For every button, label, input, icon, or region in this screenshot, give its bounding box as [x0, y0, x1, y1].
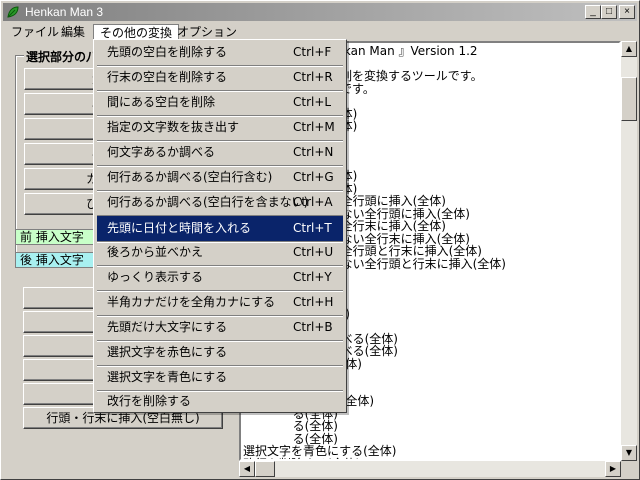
menu-item-shortcut: Ctrl+N — [293, 145, 334, 159]
window-title: Henkan Man 3 — [25, 5, 104, 19]
vertical-scrollbar[interactable]: ▲ ▼ — [621, 41, 637, 461]
text-line: る(全体) — [243, 419, 338, 433]
main-window: Henkan Man 3 _ □ × ファイル 編集 その他の変換 オプション … — [0, 0, 640, 480]
title-bar: Henkan Man 3 _ □ × — [3, 3, 637, 21]
menu-item-label: 何文字あるか調べる — [107, 145, 216, 159]
menu-item-label: 先頭に日付と時間を入れる — [107, 221, 252, 235]
menu-item-halfkana-to-fullkana[interactable]: 半角カナだけを全角カナにする Ctrl+H — [97, 290, 343, 315]
menu-item-shortcut: Ctrl+U — [293, 245, 334, 259]
menu-item-shortcut: Ctrl+F — [293, 45, 332, 59]
menu-item-label: ゆっくり表示する — [107, 270, 204, 284]
menu-item-shortcut: Ctrl+B — [293, 320, 333, 334]
menu-item-label: 先頭だけ大文字にする — [107, 320, 228, 334]
other-conversion-dropdown: 先頭の空白を削除する Ctrl+F 行末の空白を削除する Ctrl+R 間にある空白… — [93, 39, 347, 413]
menu-item-label: 間にある空白を削除 — [107, 95, 216, 109]
horizontal-scroll-thumb[interactable] — [255, 461, 275, 477]
arrow-down-icon[interactable]: ▼ — [621, 445, 637, 461]
menu-item-trim-leading[interactable]: 先頭の空白を削除する Ctrl+F — [97, 40, 343, 65]
menu-item-label: 指定の文字数を抜き出す — [107, 120, 240, 134]
menu-item-remove-newlines[interactable]: 改行を削除する — [97, 389, 343, 414]
menu-item-shortcut: Ctrl+R — [293, 70, 333, 84]
minimize-button[interactable]: _ — [585, 5, 601, 19]
menu-item-label: 行末の空白を削除する — [107, 70, 228, 84]
menu-item-capitalize[interactable]: 先頭だけ大文字にする Ctrl+B — [97, 315, 343, 340]
scrollbar-corner — [621, 461, 637, 477]
text-line: 選択文字を青色にする(全体) — [243, 444, 397, 458]
arrow-left-icon[interactable]: ◀ — [239, 461, 255, 477]
menu-item-shortcut: Ctrl+A — [293, 195, 333, 209]
menu-item-count-lines-excl[interactable]: 何行あるか調べる(空白行を含まない) Ctrl+A — [97, 190, 343, 215]
menu-item-label: 後ろから並べかえ — [107, 245, 204, 259]
menu-item-reverse-sort[interactable]: 後ろから並べかえ Ctrl+U — [97, 240, 343, 265]
menu-item-extract-chars[interactable]: 指定の文字数を抜き出す Ctrl+M — [97, 115, 343, 140]
menu-item-label: 何行あるか調べる(空白行含む) — [107, 170, 273, 184]
menu-item-label: 半角カナだけを全角カナにする — [107, 295, 276, 309]
menu-item-blue-text[interactable]: 選択文字を青色にする — [97, 365, 343, 390]
menu-item-label: 先頭の空白を削除する — [107, 45, 228, 59]
arrow-right-icon[interactable]: ▶ — [605, 461, 621, 477]
menu-item-remove-inner-space[interactable]: 間にある空白を削除 Ctrl+L — [97, 90, 343, 115]
horizontal-scrollbar[interactable]: ◀ ▶ — [239, 461, 621, 477]
prefix-label: 前 挿入文字 — [15, 229, 95, 245]
menu-item-shortcut: Ctrl+G — [293, 170, 334, 184]
menu-item-count-chars[interactable]: 何文字あるか調べる Ctrl+N — [97, 140, 343, 165]
menu-item-trim-trailing[interactable]: 行末の空白を削除する Ctrl+R — [97, 65, 343, 90]
menu-edit[interactable]: 編集 — [55, 24, 91, 41]
menu-item-slow-display[interactable]: ゆっくり表示する Ctrl+Y — [97, 265, 343, 290]
arrow-up-icon[interactable]: ▲ — [621, 41, 637, 57]
leaf-icon — [7, 6, 19, 18]
menu-item-shortcut: Ctrl+L — [293, 95, 332, 109]
menu-item-shortcut: Ctrl+M — [293, 120, 335, 134]
menu-item-red-text[interactable]: 選択文字を赤色にする — [97, 340, 343, 365]
menu-item-label: 選択文字を赤色にする — [107, 345, 228, 359]
menu-item-count-lines-incl[interactable]: 何行あるか調べる(空白行含む) Ctrl+G — [97, 165, 343, 190]
menu-item-insert-datetime[interactable]: 先頭に日付と時間を入れる Ctrl+T — [97, 216, 343, 241]
vertical-scroll-thumb[interactable] — [621, 77, 637, 121]
close-button[interactable]: × — [619, 5, 635, 19]
menu-item-label: 改行を削除する — [107, 394, 192, 408]
menu-item-label: 選択文字を青色にする — [107, 370, 228, 384]
maximize-button[interactable]: □ — [601, 5, 617, 19]
group-title: 選択部分の八 — [24, 48, 101, 65]
menu-item-shortcut: Ctrl+H — [293, 295, 334, 309]
menu-item-shortcut: Ctrl+T — [293, 221, 332, 235]
menu-item-label: 何行あるか調べる(空白行を含まない) — [107, 195, 309, 209]
menu-item-shortcut: Ctrl+Y — [293, 270, 332, 284]
suffix-label: 後 挿入文字 — [15, 252, 95, 268]
